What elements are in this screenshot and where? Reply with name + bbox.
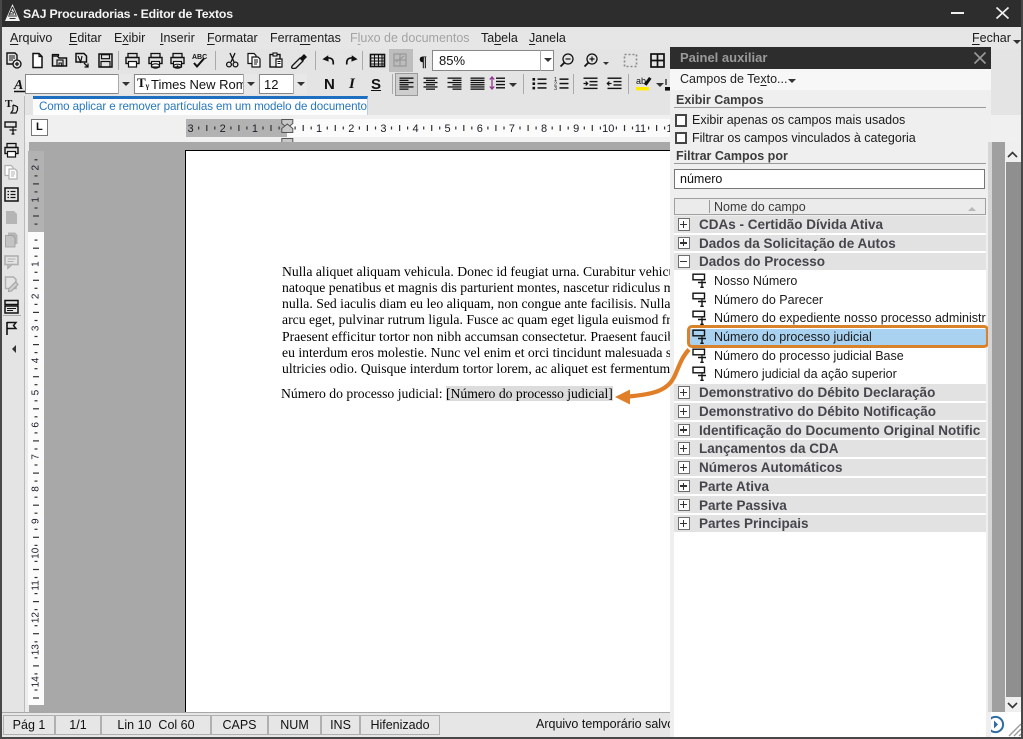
- svg-text:6: 6: [477, 123, 483, 135]
- svg-text:4: 4: [412, 123, 418, 135]
- svg-text:8: 8: [31, 486, 42, 492]
- svg-text:¶: ¶: [419, 54, 427, 69]
- svg-text:ABC: ABC: [192, 54, 207, 61]
- svg-text:13: 13: [31, 644, 42, 656]
- svg-text:6: 6: [31, 422, 42, 428]
- svg-text:8: 8: [541, 123, 547, 135]
- svg-text:3: 3: [554, 86, 557, 92]
- svg-text:12: 12: [31, 612, 42, 624]
- svg-text:3: 3: [188, 123, 194, 135]
- svg-text:10: 10: [31, 547, 42, 559]
- svg-text:11: 11: [635, 123, 646, 135]
- svg-text:5: 5: [31, 389, 42, 395]
- svg-text:1: 1: [31, 197, 42, 203]
- svg-text:T: T: [5, 98, 13, 110]
- svg-text:1: 1: [316, 123, 322, 135]
- svg-text:2: 2: [220, 123, 226, 135]
- svg-text:7: 7: [509, 123, 515, 135]
- svg-text:11: 11: [31, 580, 42, 591]
- svg-text:2: 2: [31, 293, 42, 299]
- svg-text:10: 10: [602, 123, 614, 135]
- svg-text:9: 9: [573, 123, 579, 135]
- svg-text:2: 2: [31, 164, 42, 170]
- svg-text:1: 1: [252, 123, 258, 135]
- svg-text:2: 2: [348, 123, 354, 135]
- svg-text:4: 4: [31, 357, 42, 363]
- svg-text:7: 7: [31, 454, 42, 460]
- svg-text:9: 9: [31, 518, 42, 524]
- svg-text:3: 3: [31, 325, 42, 331]
- svg-text:14: 14: [31, 676, 42, 688]
- svg-text:3: 3: [380, 123, 386, 135]
- svg-text:1: 1: [31, 261, 42, 267]
- svg-text:ab: ab: [636, 76, 646, 86]
- svg-text:5: 5: [445, 123, 451, 135]
